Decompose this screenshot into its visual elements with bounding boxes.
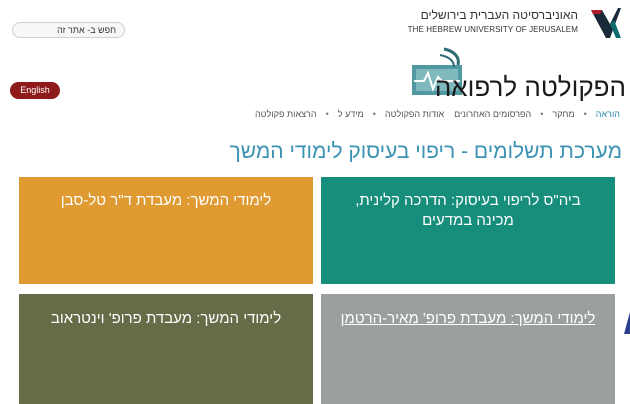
nav-separator: • (540, 109, 544, 119)
tile-meyer-hartman-label: לימודי המשך: מעבדת פרופ' מאיר-הרטמן (340, 310, 596, 327)
main-navigation: הוראה • מחקר • הפרסומים האחרונים אודות ה… (255, 109, 620, 119)
nav-item-recent-publications[interactable]: הפרסומים האחרונים (454, 109, 531, 119)
tile-weintraub-lab[interactable]: לימודי המשך: מעבדת פרופ' וינטראוב (19, 294, 313, 404)
tile-tal-saban-lab[interactable]: לימודי המשך: מעבדת ד"ר טל-סבן (19, 177, 313, 284)
faculty-title[interactable]: הפקולטה לרפואה (435, 72, 626, 103)
nav-separator: • (372, 109, 376, 119)
university-name-english: THE HEBREW UNIVERSITY OF JERUSALEM (407, 25, 578, 34)
english-language-button[interactable]: English (10, 82, 60, 99)
nav-separator: • (325, 109, 329, 119)
tile-occupational-therapy-school[interactable]: ביה"ס לריפוי בעיסוק: הדרכה קלינית, מכינה… (321, 177, 615, 284)
edge-decoration-icon (624, 312, 630, 334)
nav-item-faculty-lectures[interactable]: הרצאות פקולטה (255, 109, 317, 119)
tile-meyer-hartman-lab[interactable]: לימודי המשך: מעבדת פרופ' מאיר-הרטמן (321, 294, 615, 404)
university-logo[interactable]: האוניברסיטה העברית בירושלים THE HEBREW U… (402, 4, 622, 44)
nav-item-research[interactable]: מחקר (552, 109, 574, 119)
nav-separator: • (583, 109, 587, 119)
university-name-hebrew: האוניברסיטה העברית בירושלים (420, 8, 578, 22)
nav-item-info-for[interactable]: מידע ל (338, 109, 364, 119)
nav-item-teaching[interactable]: הוראה (596, 109, 620, 119)
page-title: מערכת תשלומים - ריפוי בעיסוק לימודי המשך (229, 140, 622, 163)
university-emblem-icon (591, 8, 621, 38)
search-input[interactable]: חפש ב- אתר זה (12, 22, 125, 38)
nav-item-about-faculty[interactable]: אודות הפקולטה (385, 109, 444, 119)
